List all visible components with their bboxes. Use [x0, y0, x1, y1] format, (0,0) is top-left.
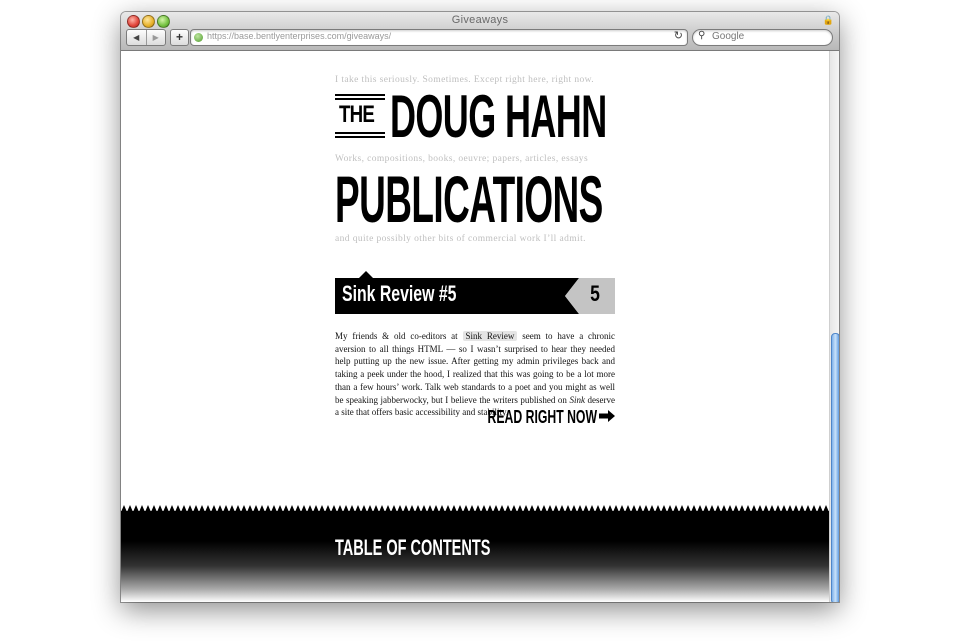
add-bookmark-button[interactable]: +: [170, 29, 189, 46]
entry-title[interactable]: Sink Review #5: [342, 281, 456, 307]
the-wordmark: THE: [335, 92, 387, 140]
search-field[interactable]: ⚲ Google: [692, 29, 833, 46]
the-label: THE: [339, 101, 375, 128]
rule-line: [335, 132, 385, 134]
address-bar[interactable]: https://base.bentlyenterprises.com/givea…: [190, 29, 688, 46]
window-title: Giveaways: [451, 14, 509, 26]
entry-banner: Sink Review #5 5: [335, 271, 615, 314]
read-right-now-label: READ RIGHT NOW: [487, 407, 597, 427]
scrollbar-thumb[interactable]: [831, 333, 839, 602]
lock-icon: 🔒: [822, 15, 834, 25]
banner-arrow-shape: [565, 278, 579, 314]
browser-window: Giveaways 🔒 ◀ ▶ + https://base.bentlyent…: [121, 12, 839, 602]
back-button[interactable]: ◀: [127, 30, 146, 45]
plus-icon: +: [175, 30, 183, 44]
url-text: https://base.bentlyenterprises.com/givea…: [207, 31, 392, 41]
nav-buttons: ◀ ▶: [126, 29, 166, 46]
sink-emphasis: Sink: [569, 394, 585, 405]
site-title-publications: PUBLICATIONS: [335, 162, 603, 236]
sink-review-link[interactable]: Sink Review: [462, 331, 518, 341]
description-text: seem to have a chronic aversion to all t…: [335, 331, 616, 405]
search-placeholder: Google: [712, 31, 745, 42]
title-bar: Giveaways 🔒 ◀ ▶ + https://base.bentlyent…: [121, 12, 839, 51]
rule-line: [335, 98, 385, 100]
back-arrow-icon: ◀: [133, 33, 140, 42]
entry-number: 5: [590, 281, 600, 306]
scrollbar[interactable]: [829, 51, 839, 602]
search-icon: ⚲: [698, 30, 706, 41]
banner-notch: [359, 271, 373, 278]
rule-line: [335, 136, 385, 138]
right-arrow-icon: [599, 410, 615, 422]
forward-arrow-icon: ▶: [152, 33, 159, 42]
rule-line: [335, 94, 385, 96]
page-content: I take this seriously. Sometimes. Except…: [121, 51, 829, 602]
site-title-name: DOUG HAHN: [390, 83, 607, 150]
site-favicon-icon: [194, 33, 203, 42]
forward-button[interactable]: ▶: [145, 30, 166, 45]
read-right-now-link[interactable]: READ RIGHT NOW: [451, 406, 615, 428]
table-of-contents-heading: TABLE OF CONTENTS: [335, 535, 491, 560]
tagline-bottom: and quite possibly other bits of commerc…: [335, 234, 586, 244]
description-text: My friends & old co-editors at: [335, 331, 458, 341]
reload-icon[interactable]: ↻: [674, 29, 683, 42]
